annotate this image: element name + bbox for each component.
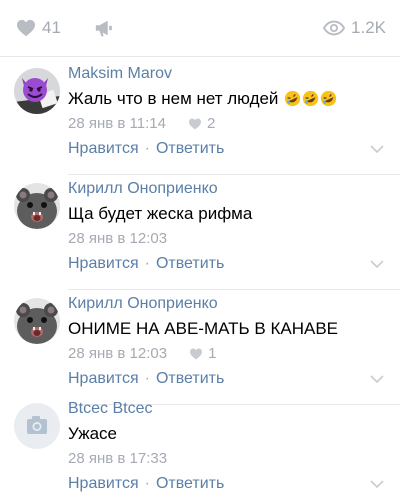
comment-item: Кирилл Оноприенко Ща будет жеска рифма 2… xyxy=(0,175,400,290)
comment-meta: 28 янв в 12:03 xyxy=(68,230,167,247)
comment-meta: 28 янв в 17:33 xyxy=(68,450,167,467)
separator-dot: · xyxy=(144,255,150,272)
comment-text: Ужасе xyxy=(68,424,118,443)
comment-item: Кирилл Оноприенко ОНИМЕ НА АВЕ-МАТЬ В КА… xyxy=(0,290,400,405)
camera-placeholder-avatar-icon xyxy=(14,403,60,449)
comment-text: Ща будет жеска рифма xyxy=(68,204,253,223)
comment-likes: 1 xyxy=(189,345,216,362)
rat-avatar-icon xyxy=(14,298,60,344)
chevron-down-icon[interactable] xyxy=(370,144,384,154)
comment-date: 28 янв в 17:33 xyxy=(68,450,168,467)
avatar[interactable] xyxy=(14,403,60,449)
like-comment-button[interactable]: Нравится xyxy=(68,140,139,158)
comment-text: Жаль что в нем нет людей xyxy=(68,89,337,109)
heart-icon xyxy=(17,19,35,37)
comment-actions: Нравится · Ответить xyxy=(68,140,224,158)
comment-like-count: 2 xyxy=(206,115,216,132)
separator-dot: · xyxy=(144,140,150,157)
like-comment-button[interactable]: Нравится xyxy=(68,370,139,388)
like-comment-button[interactable]: Нравится xyxy=(68,475,139,493)
comment-author[interactable]: Кирилл Оноприенко xyxy=(68,180,218,198)
chevron-down-icon[interactable] xyxy=(370,374,384,384)
eye-icon xyxy=(323,20,346,36)
comment-item: Btcec Btcec Ужасе 28 янв в 17:33 Нравитс… xyxy=(0,395,400,500)
post-like-button[interactable]: 41 xyxy=(16,16,61,40)
comment-like-count: 1 xyxy=(208,345,217,362)
comment-meta: 28 янв в 12:03 1 xyxy=(68,345,216,362)
post-views: 1.2K xyxy=(323,16,386,40)
avatar[interactable] xyxy=(14,298,60,344)
separator-dot: · xyxy=(144,370,150,387)
comment-actions: Нравится · Ответить xyxy=(68,255,224,273)
comment-date: 28 янв в 12:03 xyxy=(68,345,168,362)
rofl-emoji-icon xyxy=(303,90,319,107)
comment-actions: Нравится · Ответить xyxy=(68,370,224,388)
comment-date: 28 янв в 11:14 xyxy=(68,115,166,132)
comment-actions: Нравится · Ответить xyxy=(68,475,224,493)
comment-text: ОНИМЕ НА АВЕ-МАТЬ В КАНАВЕ xyxy=(68,319,338,338)
comment-item: Maksim Marov Жаль что в нем нет людей 28… xyxy=(0,60,400,175)
avatar[interactable] xyxy=(14,183,60,229)
comment-author[interactable]: Кирилл Оноприенко xyxy=(68,295,218,313)
comment-author[interactable]: Btcec Btcec xyxy=(68,400,152,418)
reply-button[interactable]: Ответить xyxy=(156,255,224,273)
devil-emoji-avatar-icon xyxy=(14,68,60,114)
rofl-emoji-icon xyxy=(285,90,301,107)
like-comment-button[interactable]: Нравится xyxy=(68,255,139,273)
chevron-down-icon[interactable] xyxy=(370,479,384,489)
avatar[interactable] xyxy=(14,68,60,114)
comment-meta: 28 янв в 11:14 2 xyxy=(68,115,215,132)
post-like-count: 41 xyxy=(42,18,61,37)
comment-likes: 2 xyxy=(188,115,215,132)
separator-dot: · xyxy=(144,475,150,492)
reply-button[interactable]: Ответить xyxy=(156,140,224,158)
divider xyxy=(0,56,400,57)
heart-icon xyxy=(188,118,201,129)
comment-date: 28 янв в 12:03 xyxy=(68,230,168,247)
views-count: 1.2K xyxy=(351,18,386,37)
rofl-emoji-icon xyxy=(321,90,337,107)
heart-icon xyxy=(190,348,203,359)
reply-button[interactable]: Ответить xyxy=(156,475,224,493)
comment-author[interactable]: Maksim Marov xyxy=(68,65,172,83)
chevron-down-icon[interactable] xyxy=(370,259,384,269)
comment-text-content: Жаль что в нем нет людей xyxy=(68,89,279,108)
rat-avatar-icon xyxy=(14,183,60,229)
megaphone-icon[interactable] xyxy=(94,17,116,39)
reply-button[interactable]: Ответить xyxy=(156,370,224,388)
post-stats-bar: 41 1.2K xyxy=(0,0,400,56)
